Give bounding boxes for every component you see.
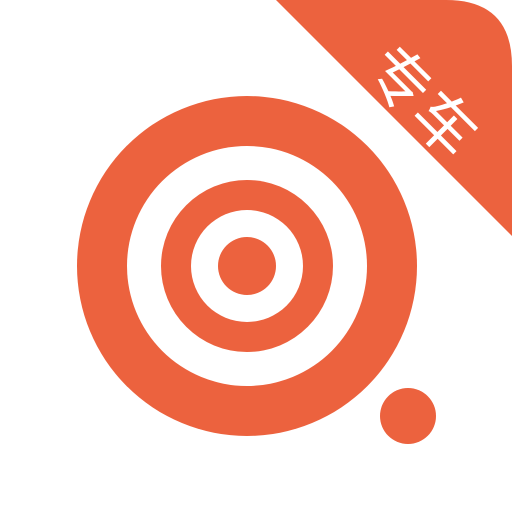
app-icon: 专车 [0, 0, 512, 512]
